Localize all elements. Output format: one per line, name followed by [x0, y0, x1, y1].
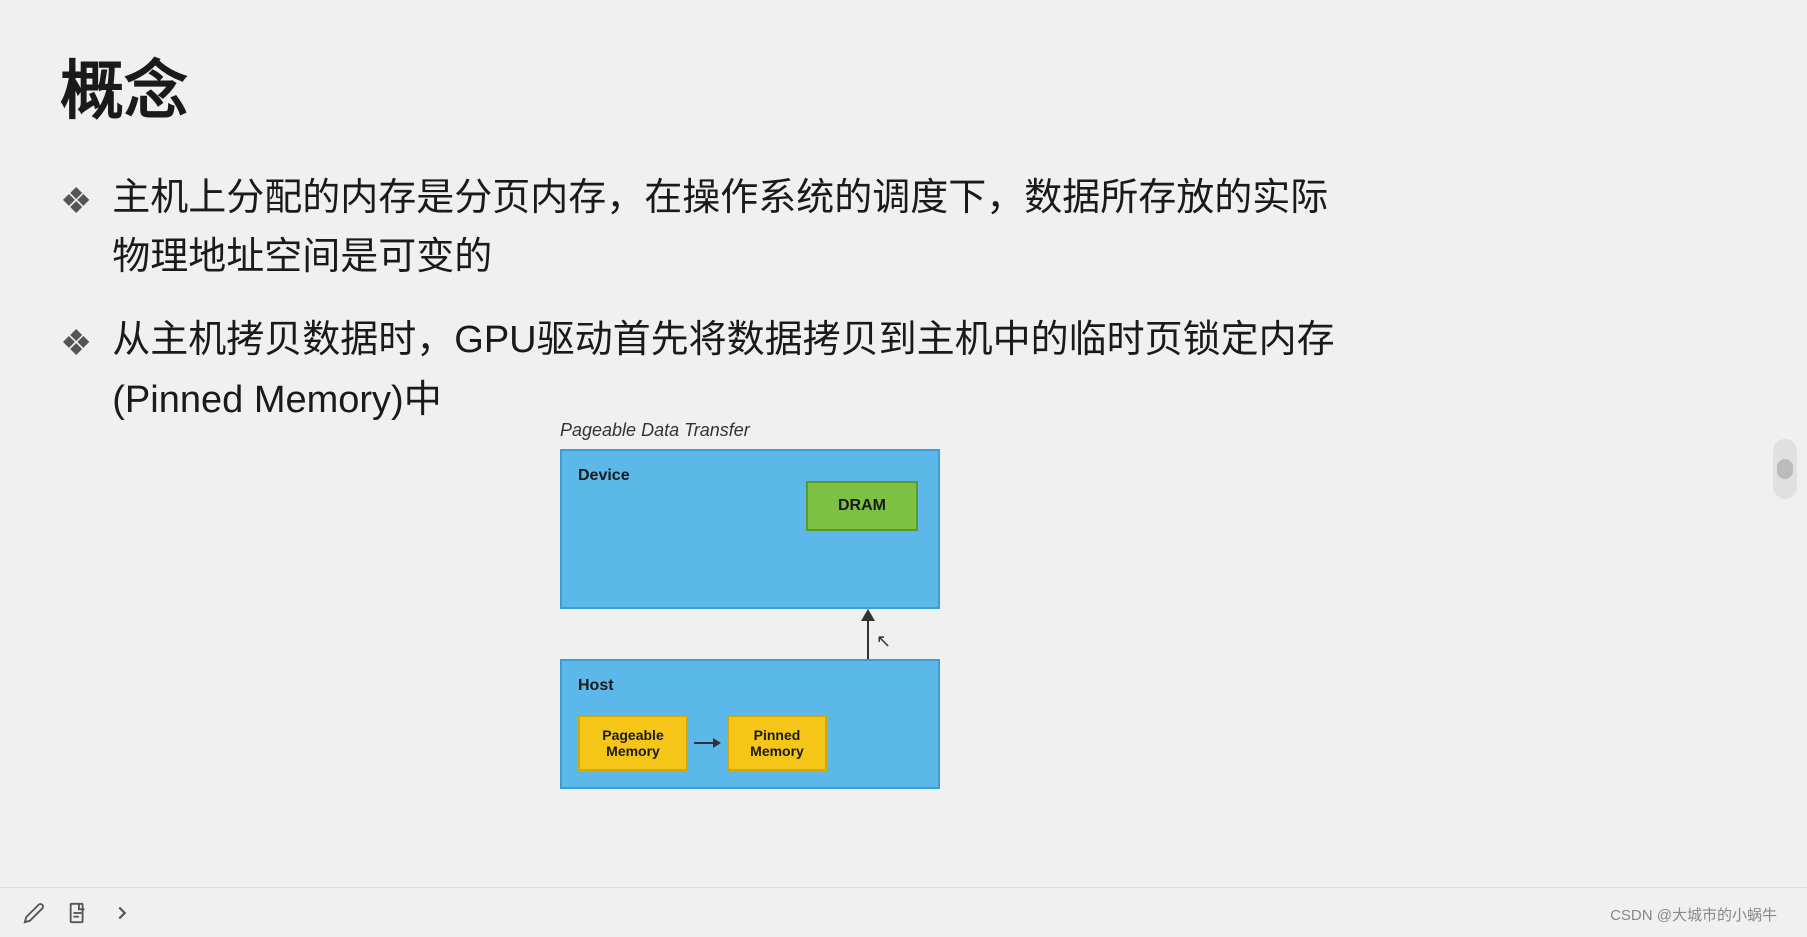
bullet-text-1: 主机上分配的内存是分页内存，在操作系统的调度下，数据所存放的实际 物理地址空间是… — [112, 172, 1747, 284]
slide-title: 概念 — [60, 40, 1747, 132]
pageable-memory-box: PageableMemory — [578, 715, 688, 771]
memory-boxes: PageableMemory PinnedMemory — [578, 715, 922, 771]
bullet-list: ❖ 主机上分配的内存是分页内存，在操作系统的调度下，数据所存放的实际 物理地址空… — [60, 172, 1747, 427]
list-item: ❖ 主机上分配的内存是分页内存，在操作系统的调度下，数据所存放的实际 物理地址空… — [60, 172, 1747, 284]
document-icon[interactable] — [64, 899, 92, 927]
diagram-area: Pageable Data Transfer Device DRAM ↖ Hos… — [560, 420, 940, 789]
device-label: Device — [578, 467, 630, 484]
slide-container: 概念 ❖ 主机上分配的内存是分页内存，在操作系统的调度下，数据所存放的实际 物理… — [0, 0, 1807, 937]
pencil-icon[interactable] — [20, 899, 48, 927]
bottom-bar: CSDN @大城市的小蜗牛 — [0, 887, 1807, 937]
watermark: CSDN @大城市的小蜗牛 — [1610, 904, 1777, 925]
pinned-memory-box: PinnedMemory — [727, 715, 827, 771]
bullet-diamond-2: ❖ — [60, 318, 92, 368]
arrow-head — [861, 609, 875, 621]
cursor-icon: ↖ — [876, 631, 888, 649]
v-arrow-container — [861, 609, 875, 659]
arrow-right-icon — [694, 738, 721, 748]
forward-icon[interactable] — [108, 899, 136, 927]
dram-box: DRAM — [806, 481, 918, 531]
device-box: Device DRAM — [560, 449, 940, 609]
bottom-icons — [20, 899, 136, 927]
diagram-title: Pageable Data Transfer — [560, 420, 940, 441]
host-box: Host PageableMemory PinnedMemory — [560, 659, 940, 789]
bullet-text-2: 从主机拷贝数据时，GPU驱动首先将数据拷贝到主机中的临时页锁定内存 (Pinne… — [112, 314, 1747, 426]
list-item: ❖ 从主机拷贝数据时，GPU驱动首先将数据拷贝到主机中的临时页锁定内存 (Pin… — [60, 314, 1747, 426]
bullet-diamond-1: ❖ — [60, 176, 92, 226]
scroll-thumb — [1777, 459, 1793, 479]
arrow-line — [867, 621, 869, 659]
host-label: Host — [578, 677, 614, 694]
scroll-indicator[interactable] — [1773, 439, 1797, 499]
vertical-arrow: ↖ — [560, 609, 940, 659]
